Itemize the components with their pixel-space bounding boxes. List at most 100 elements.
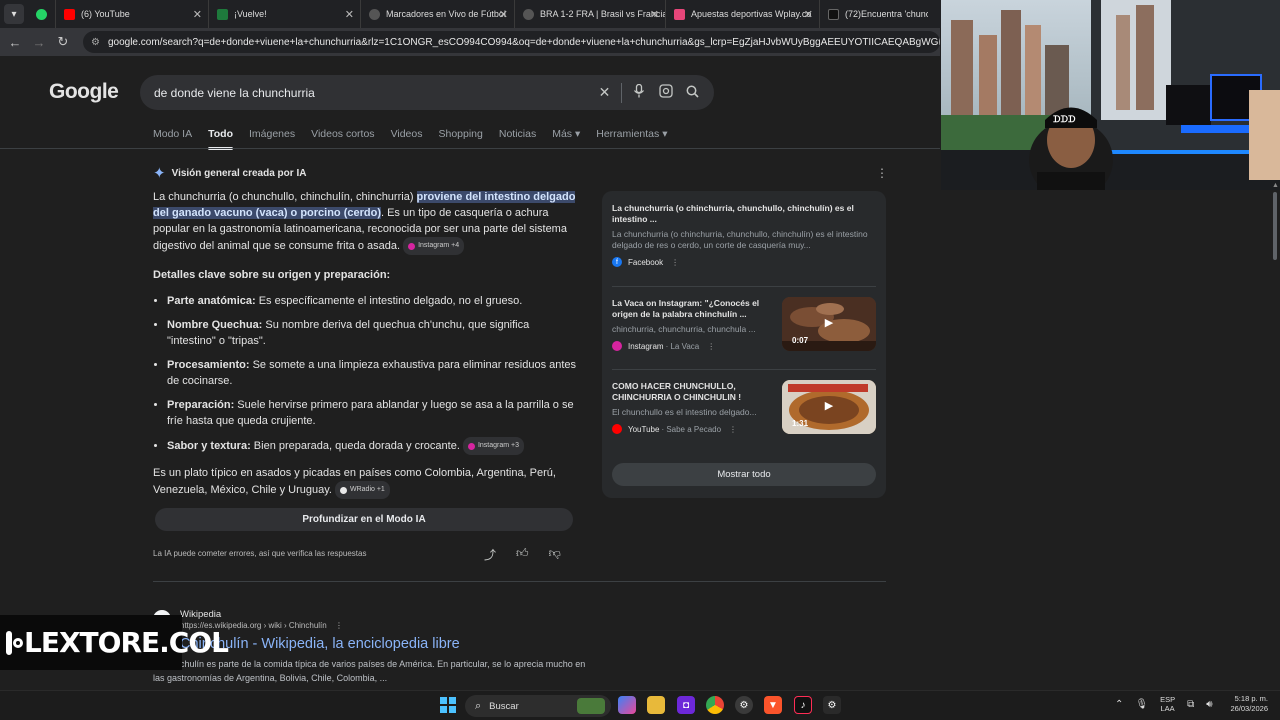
scrollbar-thumb[interactable] xyxy=(1273,192,1277,260)
share-icon[interactable]: ⤴ xyxy=(484,546,496,563)
play-icon[interactable]: ▶ xyxy=(820,399,838,415)
tiktok-icon[interactable]: ♪ xyxy=(794,696,812,714)
play-icon[interactable]: ▶ xyxy=(820,316,838,332)
source-chip[interactable]: WRadio +1 xyxy=(335,481,390,499)
list-item-text: Es específicamente el intestino delgado,… xyxy=(255,295,523,307)
source-card-youtube[interactable]: COMO HACER CHUNCHULLO, CHINCHURRIA O CHI… xyxy=(612,381,778,434)
volume-icon[interactable]: 🔊︎ xyxy=(1206,699,1212,710)
site-info-icon[interactable]: ⚙ xyxy=(91,37,100,48)
source-card-facebook[interactable]: La chunchurria (o chinchurria, chunchull… xyxy=(612,203,876,267)
brave-icon[interactable]: ▼ xyxy=(764,696,782,714)
more-options-icon[interactable]: ⋮ xyxy=(729,425,737,434)
close-icon[interactable]: ✕ xyxy=(345,8,354,21)
google-logo[interactable]: Google xyxy=(49,80,119,104)
ai-disclaimer: La IA puede cometer errores, así que ver… xyxy=(153,549,367,558)
tab-whatsapp[interactable] xyxy=(30,0,56,28)
taskbar-search[interactable]: ⌕ Buscar xyxy=(465,695,611,717)
forward-arrow-icon[interactable]: → xyxy=(27,35,51,50)
taskbar-clock[interactable]: 5:18 p. m. 26/03/2026 xyxy=(1222,694,1268,714)
settings-icon[interactable]: ⚙ xyxy=(823,696,841,714)
filter-imagenes[interactable]: Imágenes xyxy=(249,128,295,150)
tab-title: (72)Encuentra 'chunchurria' xyxy=(845,9,928,19)
filter-videos-cortos[interactable]: Videos cortos xyxy=(311,128,374,150)
filter-todo[interactable]: Todo xyxy=(208,128,233,150)
ai-details-heading: Detalles clave sobre su origen y prepara… xyxy=(153,269,391,281)
language-indicator[interactable]: ESP LAA xyxy=(1160,695,1175,713)
microphone-icon[interactable]: 🎙︎ xyxy=(1135,699,1148,710)
teams-icon[interactable]: ◘ xyxy=(677,696,695,714)
video-thumbnail[interactable]: ▶ 0:07 xyxy=(782,297,876,351)
system-tray: ⌃ 🎙︎ ESP LAA ⧉ 🔊︎ xyxy=(1115,695,1213,713)
url-field[interactable]: ⚙ google.com/search?q=de+donde+viuene+la… xyxy=(83,31,940,53)
search-query[interactable]: de donde viene la chunchurria xyxy=(154,86,591,100)
ai-sources-panel: La chunchurria (o chinchurria, chunchull… xyxy=(602,191,886,498)
close-icon[interactable]: ✕ xyxy=(193,8,202,21)
more-options-icon[interactable]: ⋮ xyxy=(671,258,679,267)
source-card-instagram[interactable]: La Vaca on Instagram: "¿Conocés el orige… xyxy=(612,298,778,351)
tab-wplay-apuestas[interactable]: Apuestas deportivas Wplay.co ✕ xyxy=(666,0,820,28)
copilot-icon[interactable] xyxy=(618,696,636,714)
source-divider xyxy=(612,286,876,287)
ai-intro-paragraph: La chunchurria (o chunchullo, chinchulín… xyxy=(153,189,578,255)
search-box[interactable]: de donde viene la chunchurria ✕ xyxy=(140,75,714,110)
deep-dive-ai-mode-button[interactable]: Profundizar en el Modo IA xyxy=(155,508,573,531)
search-icon: ⌕ xyxy=(475,699,482,712)
source-divider xyxy=(612,369,876,370)
source-site: YouTube xyxy=(628,424,660,434)
tab-tiktok[interactable]: (72)Encuentra 'chunchurria' xyxy=(820,0,928,28)
source-chip[interactable]: Instagram +4 xyxy=(403,237,465,255)
filter-videos[interactable]: Videos xyxy=(391,128,423,150)
reload-icon[interactable]: ↻ xyxy=(51,34,75,50)
chrome-icon[interactable] xyxy=(706,696,724,714)
source-meta: f Facebook ⋮ xyxy=(612,257,876,267)
more-options-icon[interactable]: ⋮ xyxy=(876,166,888,180)
clock-time: 5:18 p. m. xyxy=(1234,694,1268,703)
more-options-icon[interactable]: ⋮ xyxy=(335,621,343,630)
clear-icon[interactable]: ✕ xyxy=(591,84,618,101)
thumbs-down-icon[interactable]: 👎︎ xyxy=(549,546,561,563)
source-chip-label: Instagram +4 xyxy=(418,242,460,249)
list-item-text: Bien preparada, queda dorada y crocante. xyxy=(250,439,463,452)
chevron-up-icon[interactable]: ⌃ xyxy=(1115,699,1123,710)
close-icon[interactable]: ✕ xyxy=(804,8,813,21)
windows-start-icon[interactable] xyxy=(440,697,456,713)
scroll-up-arrow-icon[interactable]: ▲ xyxy=(1272,182,1279,189)
filter-noticias[interactable]: Noticias xyxy=(499,128,536,150)
scrollbar[interactable]: ▲ xyxy=(1270,182,1280,690)
file-explorer-icon[interactable] xyxy=(647,696,665,714)
clock-date: 26/03/2026 xyxy=(1230,704,1268,713)
source-title[interactable]: La chunchurria (o chinchurria, chunchull… xyxy=(612,203,876,225)
tab-youtube[interactable]: (6) YouTube ✕ xyxy=(56,0,209,28)
source-title[interactable]: COMO HACER CHUNCHULLO, CHINCHURRIA O CHI… xyxy=(612,381,778,403)
more-options-icon[interactable]: ⋮ xyxy=(707,342,715,351)
network-icon[interactable]: ⧉ xyxy=(1187,699,1194,710)
microphone-icon[interactable] xyxy=(625,83,652,101)
tab-wplay-vuelve[interactable]: ¡Vuelve! ✕ xyxy=(209,0,361,28)
close-icon[interactable]: ✕ xyxy=(499,8,508,21)
tab-title: Apuestas deportivas Wplay.co xyxy=(691,9,812,19)
tab-title: BRA 1-2 FRA | Brasil vs Francia xyxy=(540,9,666,19)
filter-modo-ia[interactable]: Modo IA xyxy=(153,128,192,150)
close-icon[interactable]: ✕ xyxy=(650,8,659,21)
search-icon[interactable] xyxy=(679,85,706,101)
back-arrow-icon[interactable]: ← xyxy=(3,35,27,50)
webcam-overlay: ᗪᗪᗪ xyxy=(941,0,1280,190)
result-site-name[interactable]: Wikipedia xyxy=(180,609,221,620)
tab-search-button[interactable]: ▾ xyxy=(4,4,24,24)
whatsapp-icon xyxy=(36,8,47,20)
url-text: google.com/search?q=de+donde+viuene+la+c… xyxy=(107,36,940,48)
source-chip[interactable]: Instagram +3 xyxy=(462,437,525,455)
lens-icon[interactable] xyxy=(652,84,679,101)
video-thumbnail[interactable]: ▶ 1:31 xyxy=(782,380,876,434)
filter-mas[interactable]: Más ▾ xyxy=(552,128,580,150)
page-right-margin xyxy=(940,190,1280,690)
source-title[interactable]: La Vaca on Instagram: "¿Conocés el orige… xyxy=(612,298,778,320)
filter-shopping[interactable]: Shopping xyxy=(438,128,482,150)
tab-bra-fra[interactable]: BRA 1-2 FRA | Brasil vs Francia ✕ xyxy=(515,0,666,28)
filter-herramientas[interactable]: Herramientas ▾ xyxy=(596,128,667,150)
tab-marcadores[interactable]: Marcadores en Vivo de Fútbol ✕ xyxy=(361,0,515,28)
steam-icon[interactable]: ⚙ xyxy=(735,696,753,714)
ai-sparkle-icon: ✦ xyxy=(153,165,166,182)
thumbs-up-icon[interactable]: 👍︎ xyxy=(516,546,529,563)
show-all-button[interactable]: Mostrar todo xyxy=(612,463,876,486)
